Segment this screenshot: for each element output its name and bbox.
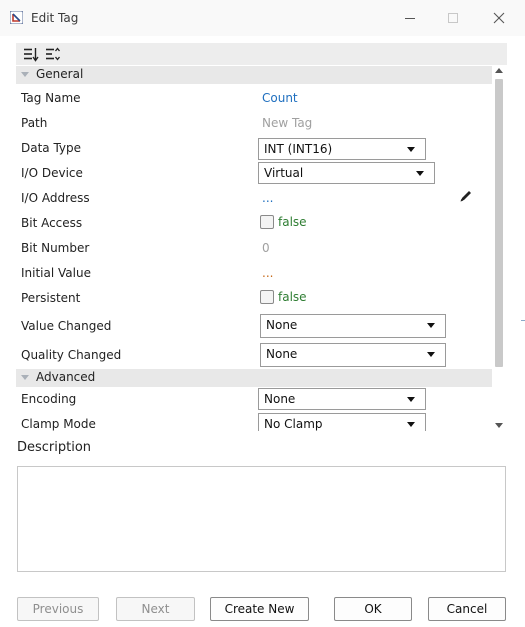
encoding-dropdown[interactable]: None [258, 388, 426, 410]
scrollbar-thumb[interactable] [495, 79, 503, 367]
property-grid-body: General Tag Name Count Path New Tag Data… [16, 66, 492, 431]
property-row-path[interactable]: Path New Tag [16, 111, 492, 136]
category-label: Advanced [36, 370, 96, 384]
chevron-down-icon [407, 397, 415, 402]
edit-pencil-icon[interactable] [458, 188, 474, 204]
category-label: General [36, 67, 84, 81]
property-row-quality-changed[interactable]: Quality Changed None [16, 340, 492, 369]
property-row-tag-name[interactable]: Tag Name Count [16, 86, 492, 111]
dropdown-value: None [264, 392, 296, 406]
create-new-button[interactable]: Create New [210, 597, 309, 621]
property-label: I/O Device [21, 166, 83, 180]
chevron-down-icon [407, 147, 415, 152]
maximize-icon[interactable] [445, 10, 461, 26]
property-row-bit-access[interactable]: Bit Access false [16, 211, 492, 236]
data-type-dropdown[interactable]: INT (INT16) [258, 138, 426, 160]
persistent-checkbox[interactable] [260, 290, 274, 304]
ok-button[interactable]: OK [334, 597, 412, 621]
property-label: Clamp Mode [21, 417, 96, 431]
property-grid-toolbar [16, 43, 507, 65]
description-textbox[interactable] [17, 466, 506, 572]
window-edge-line [521, 320, 525, 321]
dropdown-value: No Clamp [264, 417, 323, 431]
property-row-io-address[interactable]: I/O Address ... [16, 186, 492, 211]
scroll-up-arrow-icon[interactable] [495, 68, 503, 73]
minimize-icon[interactable] [402, 10, 418, 26]
property-row-value-changed[interactable]: Value Changed None [16, 311, 492, 340]
property-label: Initial Value [21, 266, 91, 280]
chevron-down-icon [416, 171, 424, 176]
property-label: Quality Changed [21, 348, 122, 362]
property-label: Bit Number [21, 241, 90, 255]
description-label: Description [17, 440, 92, 455]
window-title: Edit Tag [31, 11, 79, 25]
title-bar: Edit Tag [0, 0, 525, 36]
property-grid-scrollbar[interactable] [494, 66, 505, 431]
tag-name-value[interactable]: Count [262, 91, 298, 105]
property-label: Value Changed [21, 319, 112, 333]
property-row-initial-value[interactable]: Initial Value ... [16, 261, 492, 286]
sort-alphabetical-icon[interactable] [22, 46, 39, 63]
property-row-bit-number: Bit Number 0 [16, 236, 492, 261]
path-value: New Tag [262, 116, 313, 130]
bit-access-value: false [278, 215, 307, 229]
quality-changed-dropdown[interactable]: None [260, 343, 446, 367]
property-label: Bit Access [21, 216, 83, 230]
io-device-dropdown[interactable]: Virtual [258, 162, 435, 184]
chevron-down-icon [427, 352, 435, 357]
dropdown-value: INT (INT16) [264, 142, 333, 156]
clamp-mode-dropdown[interactable]: No Clamp [258, 413, 426, 431]
dropdown-value: Virtual [264, 166, 304, 180]
initial-value-ellipsis-button[interactable]: ... [262, 266, 273, 280]
collapse-arrow-icon[interactable] [21, 375, 29, 380]
property-row-clamp-mode[interactable]: Clamp Mode No Clamp [16, 412, 492, 431]
dropdown-value: None [266, 347, 298, 361]
close-icon[interactable] [491, 10, 507, 26]
chevron-down-icon [407, 422, 415, 427]
previous-button: Previous [17, 597, 99, 621]
property-label: Path [21, 116, 48, 130]
property-label: Encoding [21, 392, 77, 406]
property-label: Data Type [21, 141, 82, 155]
collapse-arrow-icon[interactable] [21, 72, 29, 77]
bit-access-checkbox[interactable] [260, 215, 274, 229]
property-row-persistent[interactable]: Persistent false [16, 286, 492, 311]
io-address-ellipsis-button[interactable]: ... [262, 191, 273, 205]
property-row-data-type[interactable]: Data Type INT (INT16) [16, 136, 492, 161]
chevron-down-icon [427, 323, 435, 328]
dropdown-value: None [266, 318, 298, 332]
property-label: I/O Address [21, 191, 90, 205]
cancel-button[interactable]: Cancel [428, 597, 506, 621]
app-logo-icon [10, 11, 23, 24]
property-label: Persistent [21, 291, 81, 305]
category-general[interactable]: General [16, 66, 492, 84]
persistent-value: false [278, 290, 307, 304]
value-changed-dropdown[interactable]: None [260, 314, 446, 338]
property-grid: General Tag Name Count Path New Tag Data… [16, 43, 507, 431]
property-row-encoding[interactable]: Encoding None [16, 387, 492, 412]
categorize-icon[interactable] [44, 46, 61, 63]
bit-number-value: 0 [262, 241, 270, 255]
next-button: Next [116, 597, 195, 621]
property-label: Tag Name [21, 91, 81, 105]
category-advanced[interactable]: Advanced [16, 369, 492, 387]
property-row-io-device[interactable]: I/O Device Virtual [16, 161, 492, 186]
scroll-down-arrow-icon[interactable] [495, 423, 503, 428]
